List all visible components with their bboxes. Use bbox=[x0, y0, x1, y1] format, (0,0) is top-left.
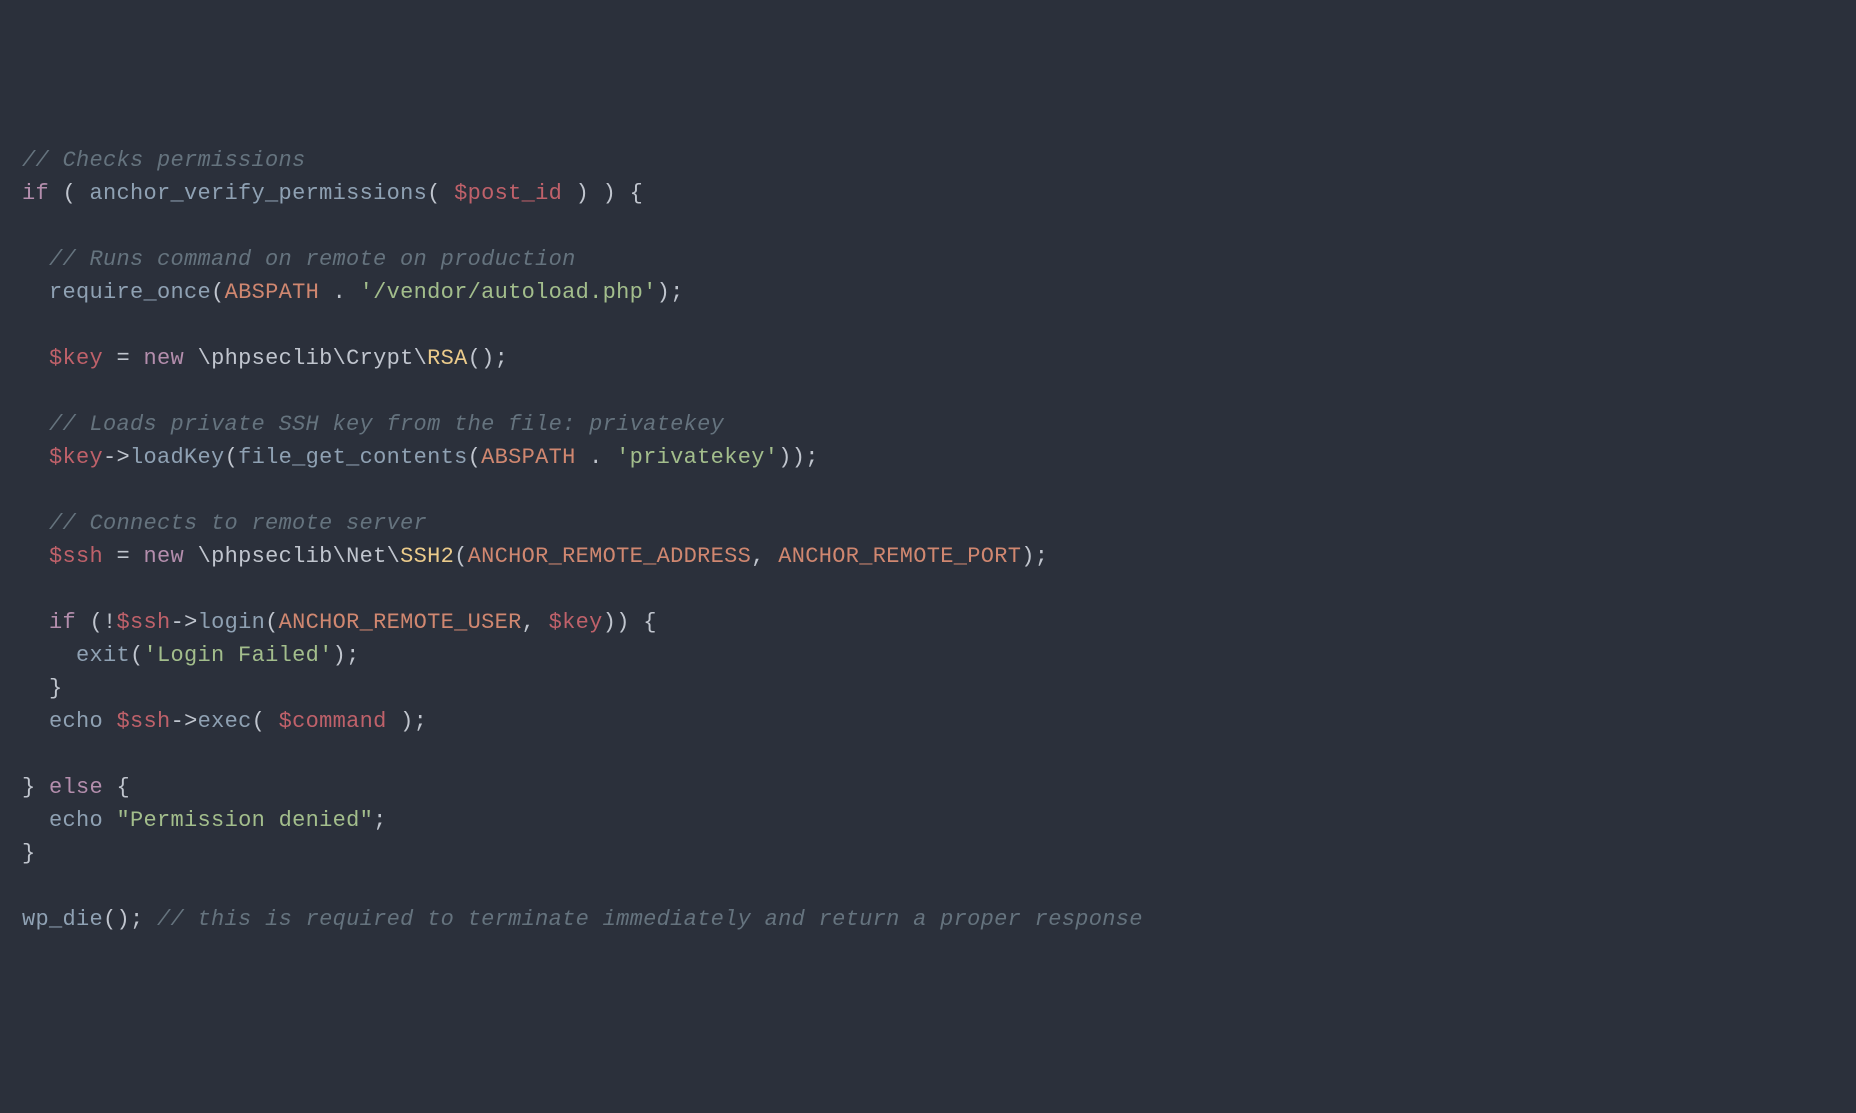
arrow-op: -> bbox=[171, 709, 198, 734]
punct: ( bbox=[468, 445, 482, 470]
method-call: loadKey bbox=[130, 445, 225, 470]
indent bbox=[22, 346, 49, 371]
constant: ANCHOR_REMOTE_ADDRESS bbox=[468, 544, 752, 569]
operator: = bbox=[103, 346, 144, 371]
variable: $ssh bbox=[49, 544, 103, 569]
punct: ( bbox=[265, 610, 279, 635]
constant: ABSPATH bbox=[481, 445, 576, 470]
comment-line: // Loads private SSH key from the file: … bbox=[22, 412, 724, 437]
operator: . bbox=[319, 280, 360, 305]
variable: $key bbox=[49, 346, 103, 371]
space bbox=[103, 808, 117, 833]
space bbox=[103, 709, 117, 734]
variable: $post_id bbox=[454, 181, 562, 206]
string: '/vendor/autoload.php' bbox=[360, 280, 657, 305]
punct: ); bbox=[333, 643, 360, 668]
constant: ANCHOR_REMOTE_USER bbox=[279, 610, 522, 635]
punct: ); bbox=[387, 709, 428, 734]
operator: = bbox=[103, 544, 144, 569]
variable: $command bbox=[279, 709, 387, 734]
namespace: \phpseclib\Net\ bbox=[184, 544, 400, 569]
indent bbox=[22, 610, 49, 635]
punct: )) { bbox=[603, 610, 657, 635]
string: 'privatekey' bbox=[616, 445, 778, 470]
function-call: exit bbox=[76, 643, 130, 668]
punct: ( bbox=[427, 181, 454, 206]
punct: ( bbox=[252, 709, 279, 734]
variable: $ssh bbox=[117, 610, 171, 635]
variable: $ssh bbox=[117, 709, 171, 734]
punct: ( bbox=[49, 181, 90, 206]
punct: , bbox=[751, 544, 778, 569]
indent bbox=[22, 709, 49, 734]
brace-open: { bbox=[103, 775, 130, 800]
comment-line: // Connects to remote server bbox=[22, 511, 427, 536]
code-block: // Checks permissions if ( anchor_verify… bbox=[22, 144, 1834, 936]
keyword-echo: echo bbox=[49, 709, 103, 734]
keyword-new: new bbox=[144, 346, 185, 371]
brace-close: } bbox=[22, 676, 63, 701]
class-name: SSH2 bbox=[400, 544, 454, 569]
class-name: RSA bbox=[427, 346, 468, 371]
indent bbox=[22, 643, 76, 668]
punct: (); bbox=[468, 346, 509, 371]
punct: ( bbox=[225, 445, 239, 470]
punct: ) ) { bbox=[562, 181, 643, 206]
punct: (); bbox=[103, 907, 144, 932]
punct: ( bbox=[130, 643, 144, 668]
punct: ( bbox=[454, 544, 468, 569]
method-call: exec bbox=[198, 709, 252, 734]
arrow-op: -> bbox=[171, 610, 198, 635]
constant: ANCHOR_REMOTE_PORT bbox=[778, 544, 1021, 569]
punct: , bbox=[522, 610, 549, 635]
variable: $key bbox=[549, 610, 603, 635]
punct: ; bbox=[373, 808, 387, 833]
comment-line: // Checks permissions bbox=[22, 148, 306, 173]
operator: . bbox=[576, 445, 617, 470]
space bbox=[144, 907, 158, 932]
indent bbox=[22, 445, 49, 470]
function-call: anchor_verify_permissions bbox=[90, 181, 428, 206]
comment-line: // this is required to terminate immedia… bbox=[157, 907, 1143, 932]
punct: ); bbox=[1021, 544, 1048, 569]
indent bbox=[22, 808, 49, 833]
punct: )); bbox=[778, 445, 819, 470]
indent bbox=[22, 544, 49, 569]
brace-close: } bbox=[22, 775, 49, 800]
function-call: file_get_contents bbox=[238, 445, 468, 470]
string: "Permission denied" bbox=[117, 808, 374, 833]
arrow-op: -> bbox=[103, 445, 130, 470]
keyword-else: else bbox=[49, 775, 103, 800]
keyword-if: if bbox=[49, 610, 76, 635]
keyword-echo: echo bbox=[49, 808, 103, 833]
punct: ( bbox=[211, 280, 225, 305]
variable: $key bbox=[49, 445, 103, 470]
punct: (! bbox=[76, 610, 117, 635]
keyword-require: require_once bbox=[49, 280, 211, 305]
constant: ABSPATH bbox=[225, 280, 320, 305]
brace-close: } bbox=[22, 841, 36, 866]
comment-line: // Runs command on remote on production bbox=[22, 247, 576, 272]
function-call: wp_die bbox=[22, 907, 103, 932]
method-call: login bbox=[198, 610, 266, 635]
punct: ); bbox=[657, 280, 684, 305]
indent bbox=[22, 280, 49, 305]
keyword-new: new bbox=[144, 544, 185, 569]
keyword-if: if bbox=[22, 181, 49, 206]
namespace: \phpseclib\Crypt\ bbox=[184, 346, 427, 371]
string: 'Login Failed' bbox=[144, 643, 333, 668]
